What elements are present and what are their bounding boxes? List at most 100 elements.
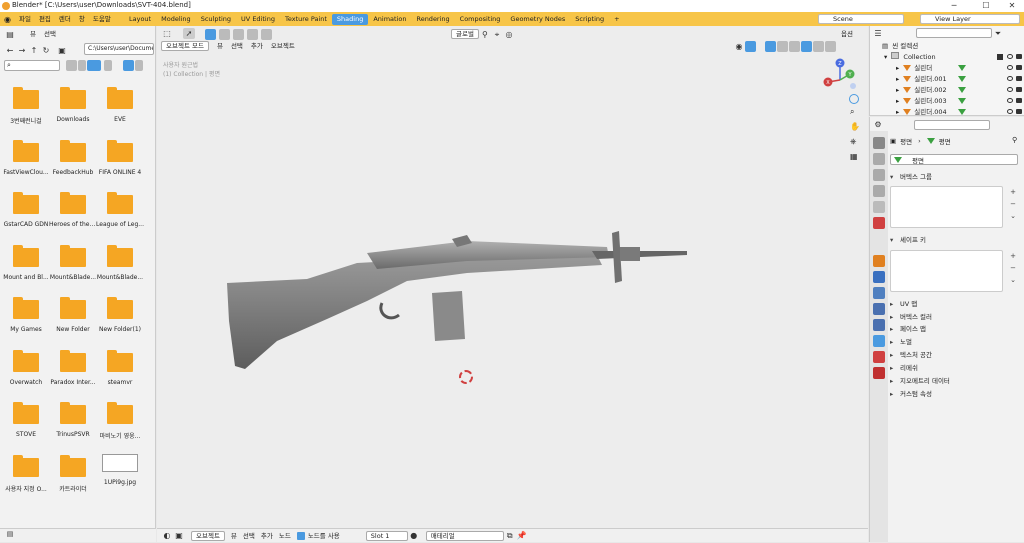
sort-dropdown-icon[interactable] [104, 60, 112, 71]
view-layer-selector[interactable]: View Layer [920, 14, 1020, 24]
menu-render[interactable]: 렌더 [59, 12, 71, 26]
outliner-object-row[interactable]: ▸ 실린더.003 [870, 96, 1024, 106]
constraints-tab-icon[interactable] [873, 319, 885, 331]
select-intersect-icon[interactable] [261, 28, 273, 40]
slot-dropdown[interactable]: Slot 1 [365, 530, 408, 541]
file-item[interactable]: 3번째런니걸 [4, 80, 48, 130]
tab-compositing[interactable]: Compositing [455, 14, 506, 25]
file-item[interactable]: New Folder(1) [98, 290, 142, 340]
outliner-object-row[interactable]: ▸ 실린더.001 [870, 74, 1024, 84]
exclude-checkbox[interactable] [997, 54, 1003, 60]
expand-arrow-icon[interactable]: ▸ [896, 75, 899, 83]
menu-file[interactable]: 파일 [19, 12, 31, 26]
file-item[interactable]: Paradox Inter... [50, 343, 96, 393]
view-layer-tab-icon[interactable] [873, 185, 885, 197]
tab-uv-editing[interactable]: UV Editing [236, 14, 280, 25]
select-extend-icon[interactable] [219, 28, 231, 40]
tab-geometry-nodes[interactable]: Geometry Nodes [505, 14, 570, 25]
section-vertex-groups[interactable]: ▾ 버텍스 그룹 [890, 171, 1022, 183]
file-item[interactable]: My Games [4, 290, 48, 340]
rendered-shading-icon[interactable] [825, 40, 836, 52]
path-input[interactable]: C:\Users\user\Docume... [84, 43, 154, 55]
vp-menu-add[interactable]: 추가 [251, 39, 263, 53]
mesh-name-field[interactable]: 평면 [890, 154, 1018, 165]
gizmo-toggle-icon[interactable] [745, 40, 756, 52]
properties-editor-icon[interactable]: ⚙ [872, 119, 884, 130]
object-icon[interactable]: ▣ [173, 530, 185, 541]
object-tab-icon[interactable] [873, 255, 885, 267]
file-item[interactable]: 카트라이더 [51, 448, 95, 498]
material-name-field[interactable]: 매테리얼 [425, 530, 504, 541]
render-camera-icon[interactable] [1016, 109, 1022, 114]
back-arrow-icon[interactable]: ← [4, 45, 16, 56]
vertex-groups-list[interactable] [890, 186, 1003, 228]
material-tab-icon[interactable] [873, 351, 885, 363]
file-item[interactable]: 마비노기 영웅... [98, 395, 142, 445]
ortho-toggle-icon[interactable]: ▦ [850, 152, 858, 161]
render-camera-icon[interactable] [1016, 76, 1022, 81]
scene-tab-icon[interactable] [873, 201, 885, 213]
3d-viewport[interactable]: ⬚ ➚ 오브젝트 모드 뷰 선택 추가 오브젝트 글로벌 ⚲ ⌖ ◎ 옵션 ◉ … [157, 26, 868, 528]
file-item[interactable]: League of Leg... [96, 185, 144, 235]
remove-shape-key-button[interactable]: − [1006, 263, 1020, 273]
file-item[interactable]: Heroes of the ... [49, 185, 97, 235]
tab-animation[interactable]: Animation [368, 14, 411, 25]
material-shading-icon[interactable] [813, 40, 824, 52]
cursor-select-icon[interactable]: ➚ [183, 28, 195, 39]
file-item[interactable]: FeedbackHub [51, 133, 95, 183]
file-item[interactable]: GstarCAD GDN [4, 185, 48, 235]
render-camera-icon[interactable] [1016, 87, 1022, 92]
sb-menu-select[interactable]: 선택 [243, 529, 255, 543]
blender-menu-icon[interactable]: ◉ [4, 15, 11, 24]
mesh-data-tab-icon[interactable] [873, 335, 885, 347]
particles-tab-icon[interactable] [873, 287, 885, 299]
outliner-search-input[interactable] [916, 28, 992, 38]
tab-modeling[interactable]: Modeling [156, 14, 196, 25]
forward-arrow-icon[interactable]: → [16, 45, 28, 56]
solid-shading-icon[interactable] [801, 40, 812, 52]
xray-icon[interactable] [777, 40, 788, 52]
expand-arrow-icon[interactable]: ▸ [896, 64, 899, 72]
rifle-3d-model[interactable] [217, 221, 687, 371]
vertex-group-menu-button[interactable]: ⌄ [1006, 211, 1020, 221]
tab-sculpting[interactable]: Sculpting [196, 14, 236, 25]
section-custom-properties[interactable]: ▸ 커스텀 속성 [890, 388, 1022, 400]
object-mode-dropdown[interactable]: 오브젝트 모드 [161, 41, 209, 51]
file-item[interactable]: EVE [98, 80, 142, 130]
visibility-eye-icon[interactable] [1007, 65, 1013, 70]
render-camera-icon[interactable] [1016, 98, 1022, 103]
shape-key-menu-button[interactable]: ⌄ [1006, 275, 1020, 285]
material-sphere-icon[interactable]: ● [408, 530, 420, 541]
sb-menu-add[interactable]: 추가 [261, 529, 273, 543]
shader-editor-type-icon[interactable]: ◐ [161, 530, 173, 541]
section-remesh[interactable]: ▸ 리메쉬 [890, 362, 1022, 374]
wireframe-shading-icon[interactable] [789, 40, 800, 52]
visibility-eye-icon[interactable] [1007, 76, 1013, 81]
output-tab-icon[interactable] [873, 169, 885, 181]
sb-menu-node[interactable]: 노드 [279, 529, 291, 543]
scene-selector[interactable]: Scene [818, 14, 904, 24]
visibility-eye-icon[interactable] [1007, 109, 1013, 114]
collection-row[interactable]: ▾ Collection [870, 52, 1024, 62]
scene-collection-row[interactable]: ▤ 씬 컬렉션 [870, 41, 1024, 51]
select-tool[interactable]: ➚ [183, 28, 195, 40]
remove-vertex-group-button[interactable]: − [1006, 199, 1020, 209]
world-tab-icon[interactable] [873, 217, 885, 229]
refresh-icon[interactable]: ↻ [40, 45, 52, 56]
add-shape-key-button[interactable]: + [1006, 251, 1020, 261]
fb-menu-view[interactable]: 뷰 [30, 27, 36, 41]
filter-icon[interactable] [123, 60, 134, 71]
tab-layout[interactable]: Layout [124, 14, 156, 25]
section-vertex-colors[interactable]: ▸ 버텍스 컬러 [890, 311, 1022, 323]
outliner-editor-icon[interactable]: ☰ [872, 28, 884, 39]
editor-type-icon[interactable]: ▤ [4, 29, 16, 40]
select-invert-icon[interactable] [247, 28, 259, 40]
section-shape-keys[interactable]: ▾ 셰이프 키 [890, 234, 1022, 246]
shape-keys-list[interactable] [890, 250, 1003, 292]
filter-dropdown-icon[interactable] [135, 60, 143, 71]
pin-icon[interactable]: ⚲ [1012, 136, 1017, 144]
new-folder-icon[interactable]: ▣ [56, 45, 68, 56]
file-item[interactable]: STOVE [4, 395, 48, 445]
menu-help[interactable]: 도움말 [93, 12, 111, 26]
render-camera-icon[interactable] [1016, 54, 1022, 59]
